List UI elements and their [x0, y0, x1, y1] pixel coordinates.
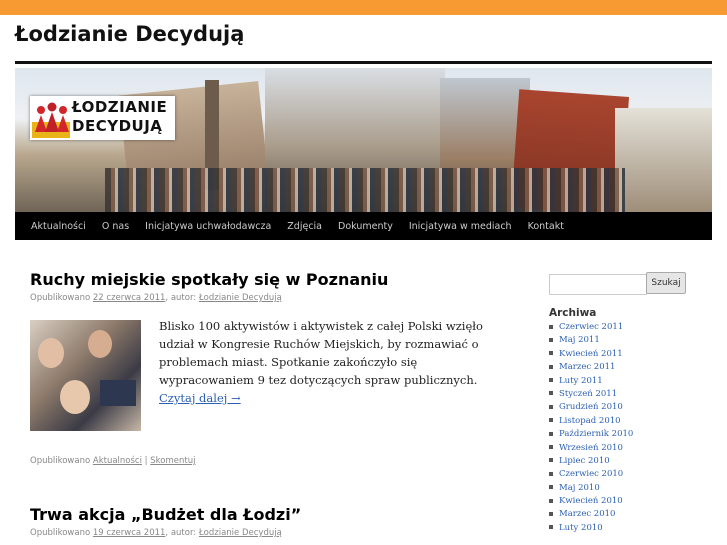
nav-item-inicjatywa-w-mediach[interactable]: Inicjatywa w mediach [401, 221, 520, 232]
bullet-icon [549, 404, 553, 409]
post-author-link[interactable]: Łodzianie Decydują [199, 528, 282, 538]
post-excerpt-text: Blisko 100 aktywistów i aktywistek z cał… [159, 319, 483, 387]
bullet-icon [549, 525, 553, 530]
bullet-icon [549, 431, 553, 436]
archive-item[interactable]: Wrzesień 2010 [549, 442, 633, 455]
bullet-icon [549, 511, 553, 516]
archive-item[interactable]: Marzec 2011 [549, 361, 633, 374]
post-footer-prefix: Opublikowano [30, 456, 91, 466]
archive-item[interactable]: Listopad 2010 [549, 415, 633, 428]
people-logo-icon [32, 102, 70, 138]
photo-laptop [100, 380, 136, 406]
bullet-icon [549, 351, 553, 356]
header-divider [15, 61, 712, 64]
site-logo: ŁODZIANIE DECYDUJĄ [30, 96, 175, 140]
bullet-icon [549, 364, 553, 369]
logo-text-line2: DECYDUJĄ [72, 117, 163, 135]
header-banner-image: ŁODZIANIE DECYDUJĄ [15, 68, 712, 212]
bullet-icon [549, 391, 553, 396]
main-navigation: Aktualności O nas Inicjatywa uchwałodawc… [15, 212, 712, 240]
post-footer: Opublikowano Aktualności | Skomentuj [30, 456, 195, 466]
post-date-link[interactable]: 19 czerwca 2011 [93, 528, 166, 538]
post-date-link[interactable]: 22 czerwca 2011 [93, 293, 166, 303]
bullet-icon [549, 378, 553, 383]
bullet-icon [549, 418, 553, 423]
nav-item-kontakt[interactable]: Kontakt [520, 221, 572, 232]
archive-item[interactable]: Maj 2011 [549, 334, 633, 347]
archive-item[interactable]: Marzec 2010 [549, 508, 633, 521]
banner-crowd [105, 168, 625, 212]
bullet-icon [549, 458, 553, 463]
post-meta-prefix: Opublikowano [30, 293, 91, 303]
archive-item[interactable]: Lipiec 2010 [549, 455, 633, 468]
archive-item[interactable]: Luty 2010 [549, 522, 633, 535]
nav-item-aktualnosci[interactable]: Aktualności [23, 221, 94, 232]
site-title[interactable]: Łodzianie Decydują [15, 22, 244, 46]
post-author-prefix: , autor: [165, 293, 197, 303]
post-meta-prefix: Opublikowano [30, 528, 91, 538]
post-author-prefix: , autor: [165, 528, 197, 538]
post-title[interactable]: Trwa akcja „Budżet dla Łodzi” [30, 505, 301, 524]
post-thumbnail[interactable] [30, 320, 141, 431]
archive-heading: Archiwa [549, 307, 597, 319]
post-author-link[interactable]: Łodzianie Decydują [199, 293, 282, 303]
nav-item-dokumenty[interactable]: Dokumenty [330, 221, 401, 232]
bullet-icon [549, 471, 553, 476]
nav-item-inicjatywa-uchwalodawcza[interactable]: Inicjatywa uchwałodawcza [137, 221, 279, 232]
nav-item-zdjecia[interactable]: Zdjęcia [279, 221, 330, 232]
archive-item[interactable]: Maj 2010 [549, 482, 633, 495]
post-excerpt: Blisko 100 aktywistów i aktywistek z cał… [159, 317, 504, 407]
bullet-icon [549, 337, 553, 342]
post-meta: Opublikowano 22 czerwca 2011, autor: Łod… [30, 293, 282, 303]
search-input[interactable] [549, 274, 647, 295]
bullet-icon [549, 445, 553, 450]
archive-item[interactable]: Grudzień 2010 [549, 401, 633, 414]
archive-item[interactable]: Styczeń 2011 [549, 388, 633, 401]
logo-text-line1: ŁODZIANIE [72, 98, 168, 116]
read-more-link[interactable]: Czytaj dalej → [159, 391, 241, 405]
post-meta: Opublikowano 19 czerwca 2011, autor: Łod… [30, 528, 282, 538]
archive-item[interactable]: Kwiecień 2010 [549, 495, 633, 508]
search-button[interactable]: Szukaj [646, 272, 686, 294]
photo-person [60, 380, 90, 414]
photo-person [38, 338, 64, 368]
photo-person [88, 330, 112, 358]
archive-item[interactable]: Kwiecień 2011 [549, 348, 633, 361]
bullet-icon [549, 498, 553, 503]
top-accent-bar [0, 0, 727, 15]
nav-item-o-nas[interactable]: O nas [94, 221, 137, 232]
archive-item[interactable]: Czerwiec 2011 [549, 321, 633, 334]
post-category-link[interactable]: Aktualności [93, 456, 142, 466]
archive-item[interactable]: Październik 2010 [549, 428, 633, 441]
post-title[interactable]: Ruchy miejskie spotkały się w Poznaniu [30, 270, 388, 289]
comment-link[interactable]: Skomentuj [150, 456, 195, 466]
bullet-icon [549, 485, 553, 490]
archive-list: Czerwiec 2011 Maj 2011 Kwiecień 2011 Mar… [549, 321, 633, 535]
post-footer-separator: | [144, 456, 148, 466]
archive-item[interactable]: Luty 2011 [549, 375, 633, 388]
archive-item[interactable]: Czerwiec 2010 [549, 468, 633, 481]
banner-house [615, 108, 712, 212]
bullet-icon [549, 324, 553, 329]
